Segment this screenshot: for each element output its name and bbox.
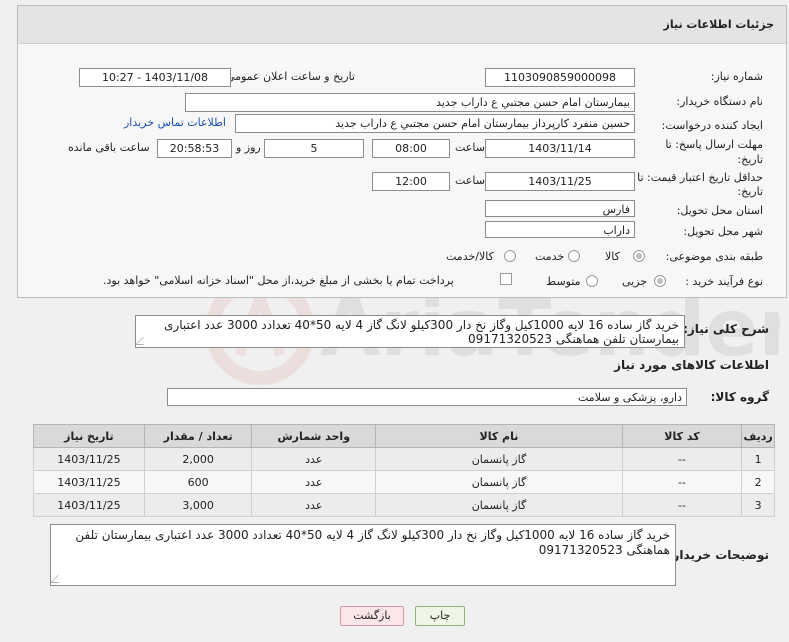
- table-row: 3 -- گاز پانسمان عدد 3,000 1403/11/25: [33, 493, 775, 517]
- resize-handle-icon[interactable]: [50, 575, 66, 583]
- process-label: نوع فرآیند خرید :: [685, 275, 763, 288]
- cell-need-date: 1403/11/25: [33, 493, 145, 517]
- panel-header: جزئیات اطلاعات نیاز: [18, 6, 786, 44]
- remaining-time-field: 20:58:53: [157, 139, 232, 158]
- cell-item-name: گاز پانسمان: [375, 447, 623, 471]
- general-desc-text: خرید گاز ساده 16 لایه 1000کیل وگاز نخ دا…: [164, 318, 679, 346]
- requester-field: حسین منفرد کارپرداز بیمارستان امام حسن م…: [235, 114, 635, 133]
- need-number-field: 1103090859000098: [485, 68, 635, 87]
- remaining-label: ساعت باقی مانده: [68, 141, 150, 154]
- general-desc-label: شرح کلی نیاز:: [683, 322, 769, 336]
- announce-label: تاریخ و ساعت اعلان عمومی:: [222, 70, 355, 83]
- cell-item-code: --: [621, 470, 743, 494]
- col-item-name: نام کالا: [375, 424, 623, 448]
- validity-date-field: 1403/11/25: [485, 172, 635, 191]
- treasury-payment-checkbox[interactable]: [500, 273, 512, 285]
- col-unit: واحد شمارش: [251, 424, 377, 448]
- col-need-date: تاریخ نیاز: [33, 424, 145, 448]
- table-row: 2 -- گاز پانسمان عدد 600 1403/11/25: [33, 470, 775, 494]
- cell-item-code: --: [621, 447, 743, 471]
- goods-group-field: دارو، پزشکی و سلامت: [167, 388, 687, 406]
- cell-need-date: 1403/11/25: [33, 470, 145, 494]
- category-label: طبقه بندی موضوعی:: [665, 250, 763, 263]
- category-radio-service[interactable]: [568, 250, 580, 262]
- deadline-time-label: ساعت: [455, 141, 485, 154]
- city-field: داراب: [485, 221, 635, 238]
- cell-quantity: 600: [143, 470, 253, 494]
- validity-label: حداقل تاریخ اعتبار قیمت: تا: [637, 171, 763, 184]
- cell-quantity: 2,000: [143, 447, 253, 471]
- city-label: شهر محل تحویل:: [683, 225, 763, 238]
- category-option-goods-service: کالا/خدمت: [446, 250, 494, 263]
- goods-section-title: اطلاعات کالاهای مورد نیاز: [614, 358, 769, 372]
- validity-label-date: تاریخ:: [737, 185, 763, 198]
- cell-unit: عدد: [251, 493, 377, 517]
- process-radio-minor[interactable]: [654, 275, 666, 287]
- col-item-code: کد کالا: [621, 424, 743, 448]
- process-radio-medium[interactable]: [586, 275, 598, 287]
- buyer-notes-text: خرید گاز ساده 16 لایه 1000کیل وگاز نخ دا…: [75, 528, 670, 557]
- validity-time-label: ساعت: [455, 174, 485, 187]
- print-button[interactable]: چاپ: [415, 606, 465, 626]
- buyer-notes-label: توضیحات خریدار:: [667, 548, 769, 562]
- table-row: 1 -- گاز پانسمان عدد 2,000 1403/11/25: [33, 447, 775, 471]
- buyer-contact-link[interactable]: اطلاعات تماس خریدار: [124, 116, 226, 129]
- province-field: فارس: [485, 200, 635, 217]
- panel-title: جزئیات اطلاعات نیاز: [663, 18, 775, 31]
- deadline-time-field: 08:00: [372, 139, 450, 158]
- validity-time-field: 12:00: [372, 172, 450, 191]
- category-radio-goods-service[interactable]: [504, 250, 516, 262]
- cell-row-number: 1: [741, 447, 775, 471]
- cell-quantity: 3,000: [143, 493, 253, 517]
- deadline-label: مهلت ارسال پاسخ: تا: [665, 138, 763, 151]
- goods-group-label: گروه کالا:: [710, 390, 769, 404]
- goods-table: ردیف کد کالا نام کالا واحد شمارش تعداد /…: [33, 424, 775, 517]
- cell-unit: عدد: [251, 447, 377, 471]
- general-desc-field: خرید گاز ساده 16 لایه 1000کیل وگاز نخ دا…: [135, 315, 685, 348]
- category-option-service: خدمت: [535, 250, 565, 263]
- announce-datetime-field: 1403/11/08 - 10:27: [79, 68, 231, 87]
- buyer-org-field: بیمارستان امام حسن مجتبي ع داراب جديد: [185, 93, 635, 112]
- need-number-label: شماره نیاز:: [710, 70, 763, 83]
- buyer-org-label: نام دستگاه خریدار:: [676, 95, 763, 108]
- goods-table-header: ردیف کد کالا نام کالا واحد شمارش تعداد /…: [33, 424, 775, 448]
- back-button[interactable]: بازگشت: [340, 606, 404, 626]
- cell-row-number: 2: [741, 470, 775, 494]
- process-option-medium: متوسط: [546, 275, 581, 288]
- category-radio-goods[interactable]: [633, 250, 645, 262]
- col-quantity: تعداد / مقدار: [143, 424, 253, 448]
- cell-item-name: گاز پانسمان: [375, 470, 623, 494]
- resize-handle-icon[interactable]: [135, 337, 151, 345]
- requester-label: ایجاد کننده درخواست:: [661, 119, 763, 132]
- process-option-minor: جزیی: [622, 275, 648, 288]
- category-option-goods: کالا: [605, 250, 620, 263]
- treasury-payment-note: پرداخت تمام یا بخشی از مبلغ خرید،از محل …: [103, 274, 454, 287]
- cell-item-name: گاز پانسمان: [375, 493, 623, 517]
- col-row-number: ردیف: [741, 424, 775, 448]
- deadline-label-date: تاریخ:: [737, 153, 763, 166]
- days-label: روز و: [236, 141, 261, 154]
- cell-item-code: --: [621, 493, 743, 517]
- cell-unit: عدد: [251, 470, 377, 494]
- cell-need-date: 1403/11/25: [33, 447, 145, 471]
- remaining-days-field: 5: [264, 139, 364, 158]
- deadline-date-field: 1403/11/14: [485, 139, 635, 158]
- cell-row-number: 3: [741, 493, 775, 517]
- buyer-notes-field: خرید گاز ساده 16 لایه 1000کیل وگاز نخ دا…: [50, 524, 676, 586]
- province-label: استان محل تحویل:: [676, 204, 763, 217]
